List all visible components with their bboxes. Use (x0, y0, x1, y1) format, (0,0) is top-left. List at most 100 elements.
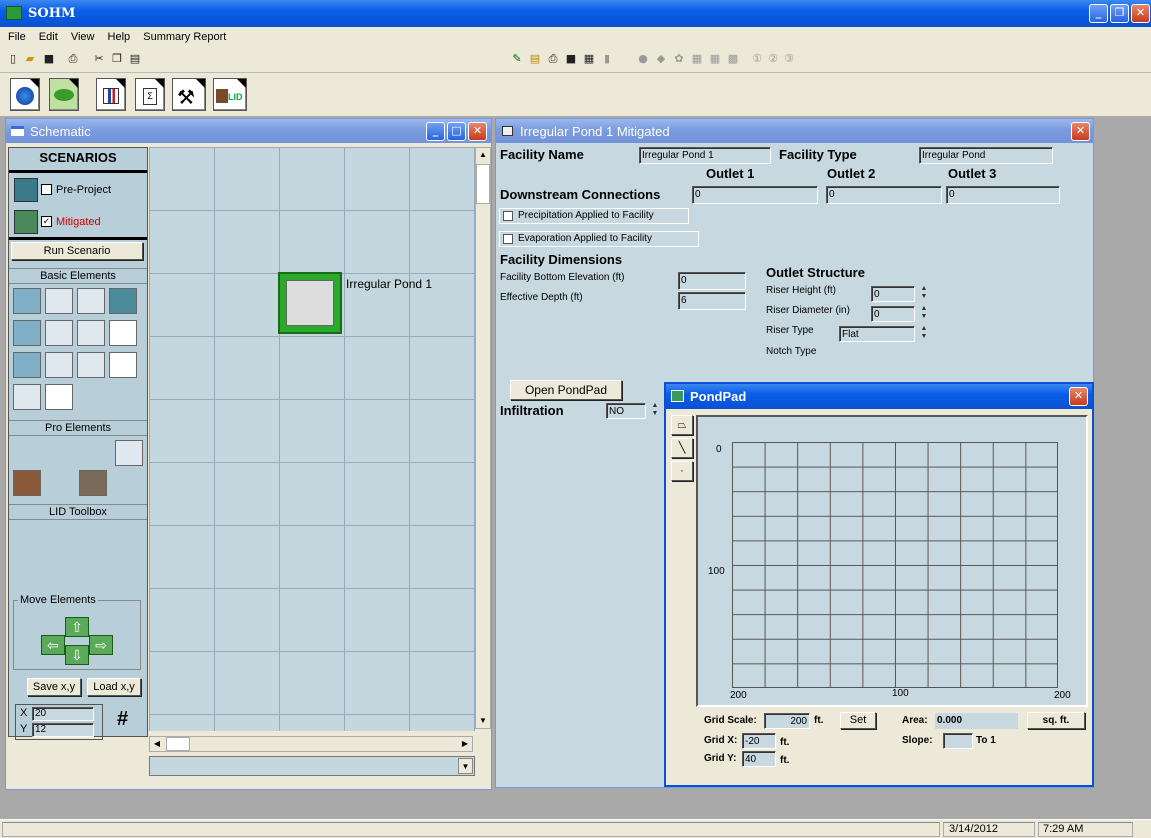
pro-element-permeable-icon[interactable] (79, 470, 107, 496)
irregular-pond-element-icon[interactable] (278, 272, 342, 334)
riser-height-spinner[interactable]: ▲ ▼ (917, 285, 931, 303)
menu-help[interactable]: Help (108, 31, 131, 43)
pondpad-canvas[interactable]: 0 100 200 100 200 (696, 415, 1088, 707)
element-lateral-icon[interactable] (13, 352, 41, 378)
minimize-button[interactable]: _ (1089, 4, 1108, 23)
open-pondpad-button[interactable]: Open PondPad (510, 380, 622, 400)
pro-element-bioretention-icon[interactable] (13, 470, 41, 496)
three-icon[interactable]: ③ (782, 52, 796, 66)
schematic-canvas[interactable]: Irregular Pond 1 (149, 147, 475, 731)
infiltration-field[interactable]: NO (606, 403, 646, 419)
menu-file[interactable]: File (8, 31, 26, 43)
schematic-maximize-button[interactable]: □ (447, 122, 466, 141)
set-button[interactable]: Set (840, 712, 876, 729)
element-pond-icon[interactable] (45, 352, 73, 378)
infiltration-spinner[interactable]: ▲ ▼ (648, 402, 662, 420)
save-xy-button[interactable]: Save x,y (27, 678, 81, 696)
y-field[interactable]: 12 (32, 723, 94, 737)
close-button[interactable]: ✕ (1131, 4, 1150, 23)
element-trench-icon[interactable] (77, 352, 105, 378)
element-swale-icon[interactable] (13, 320, 41, 346)
pondpad-close-button[interactable]: ✕ (1069, 387, 1088, 406)
menu-summary-report[interactable]: Summary Report (143, 31, 226, 43)
draw-line-tool[interactable]: ╲ (671, 438, 693, 458)
record-icon[interactable]: ● (636, 52, 650, 66)
element-splitter-icon[interactable] (109, 352, 137, 378)
save-icon[interactable]: ■ (564, 52, 578, 66)
x-field[interactable]: 20 (32, 707, 94, 721)
riser-diameter-field[interactable]: 0 (871, 306, 915, 322)
area-unit-button[interactable]: sq. ft. (1027, 712, 1085, 729)
element-graph-icon[interactable] (109, 320, 137, 346)
element-rain-icon[interactable] (13, 288, 41, 314)
print-icon[interactable]: ⎙ (546, 52, 560, 66)
select-arrow-icon[interactable]: ▼ (458, 758, 473, 774)
mitigated-checkbox[interactable]: ✓ (41, 216, 52, 227)
outlet-3-field[interactable]: 0 (946, 186, 1060, 204)
report-button[interactable]: Σ (135, 78, 165, 111)
element-vault-small-icon[interactable] (45, 384, 73, 410)
schematic-minimize-button[interactable]: _ (426, 122, 445, 141)
schematic-close-button[interactable]: ✕ (468, 122, 487, 141)
pro-element-tank-icon[interactable] (115, 440, 143, 466)
scroll-left-arrow-icon[interactable]: ◀ (150, 737, 164, 751)
evap-checkbox-row[interactable]: Evaporation Applied to Facility (499, 231, 699, 247)
scroll-right-arrow-icon[interactable]: ▶ (458, 737, 472, 751)
settings-icon[interactable]: ✿ (672, 52, 686, 66)
scroll-thumb[interactable] (476, 164, 490, 204)
vertical-scrollbar[interactable]: ▲ ▼ (475, 147, 491, 729)
outlet-1-field[interactable]: 0 (692, 186, 818, 204)
new-icon[interactable]: ▯ (6, 52, 20, 66)
canvas-select[interactable]: ▼ (149, 756, 475, 776)
element-vault-icon[interactable] (109, 288, 137, 314)
pond-close-button[interactable]: ✕ (1071, 122, 1090, 141)
grid-x-field[interactable]: -20 (742, 733, 776, 749)
chart-button[interactable] (96, 78, 126, 111)
element-tank-icon[interactable] (45, 320, 73, 346)
grid-toggle-icon[interactable]: # (117, 708, 128, 731)
scroll-up-arrow-icon[interactable]: ▲ (476, 148, 490, 162)
horizontal-scrollbar[interactable]: ◀ ▶ (149, 736, 473, 752)
one-icon[interactable]: ① (750, 52, 764, 66)
paste-icon[interactable]: ▤ (128, 52, 142, 66)
load-xy-button[interactable]: Load x,y (87, 678, 141, 696)
move-left-button[interactable]: ⇦ (41, 635, 65, 655)
bottom-elevation-field[interactable]: 0 (678, 272, 746, 290)
menu-edit[interactable]: Edit (39, 31, 58, 43)
outlet-2-field[interactable]: 0 (826, 186, 942, 204)
chart-icon[interactable]: ▮ (600, 52, 614, 66)
table-icon[interactable]: ▦ (582, 52, 596, 66)
hscroll-thumb[interactable] (166, 737, 190, 751)
pondpad-grid[interactable] (732, 442, 1058, 688)
compare-icon[interactable]: ▩ (726, 52, 740, 66)
run-icon[interactable]: ◆ (654, 52, 668, 66)
scroll-down-arrow-icon[interactable]: ▼ (476, 714, 490, 728)
element-channel-icon[interactable] (77, 320, 105, 346)
slope-field[interactable] (943, 733, 973, 749)
facility-name-field[interactable]: Irregular Pond 1 (639, 147, 771, 164)
notes-icon[interactable]: ▤ (528, 52, 542, 66)
riser-type-field[interactable]: Flat (839, 326, 915, 342)
restore-button[interactable]: ❐ (1110, 4, 1129, 23)
grid-scale-field[interactable]: 200 (764, 713, 810, 729)
precip-checkbox-row[interactable]: Precipitation Applied to Facility (499, 208, 689, 224)
cut-icon[interactable]: ✂ (92, 52, 106, 66)
effective-depth-field[interactable]: 6 (678, 292, 746, 310)
move-up-button[interactable]: ⇧ (65, 617, 89, 637)
move-right-button[interactable]: ⇨ (89, 635, 113, 655)
save-icon[interactable]: ■ (42, 52, 56, 66)
move-down-button[interactable]: ⇩ (65, 645, 89, 665)
lid-button[interactable]: LID (213, 78, 247, 111)
riser-type-spinner[interactable]: ▲ ▼ (917, 325, 931, 343)
evap-checkbox[interactable] (503, 234, 513, 244)
menu-view[interactable]: View (71, 31, 95, 43)
precip-checkbox[interactable] (503, 211, 513, 221)
globe-button[interactable] (10, 78, 40, 111)
facility-type-field[interactable]: Irregular Pond (919, 147, 1053, 164)
two-icon[interactable]: ② (766, 52, 780, 66)
grid2-icon[interactable]: ▦ (708, 52, 722, 66)
draw-polygon-tool[interactable]: ⏢ (671, 415, 693, 435)
run-scenario-button[interactable]: Run Scenario (11, 242, 143, 260)
open-icon[interactable]: ▰ (23, 52, 37, 66)
element-irregular-pond-icon[interactable] (13, 384, 41, 410)
